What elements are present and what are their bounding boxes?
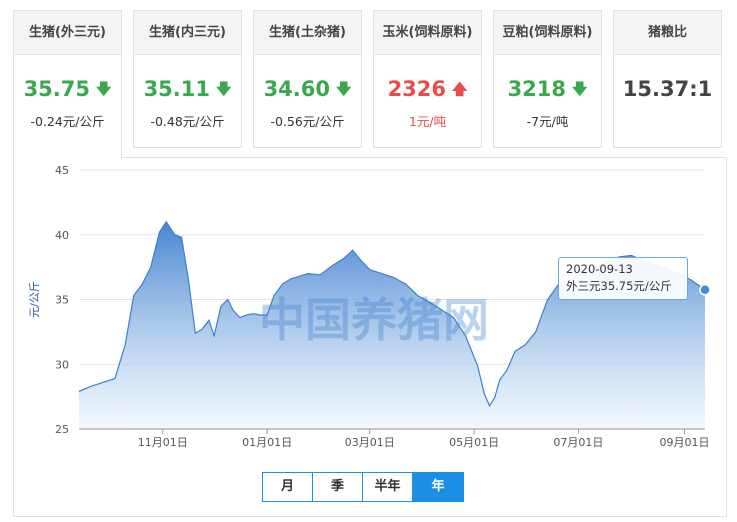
tab-month[interactable]: 月 [263,473,313,501]
card-value: 2326 🡅 [374,77,481,105]
x-tick-label: 01月01日 [242,436,292,449]
card-change: -0.48元/公斤 [150,114,225,129]
card-value: 34.60 🡇 [254,77,361,105]
x-tick-label: 03月01日 [345,436,395,449]
tab-quarter[interactable]: 季 [313,473,363,501]
x-tick-label: 11月01日 [138,436,188,449]
price-card-1[interactable]: 生猪(外三元) 35.75 🡇 -0.24元/公斤 [13,10,122,160]
y-tick-label: 30 [55,358,69,371]
arrow-down-icon: 🡇 [216,80,232,98]
chart-panel: 25 30 35 40 45 元/公斤 中国养猪网 11月01日 01月01日 03月01日 05月… [13,157,727,517]
card-value-text: 34.60 [263,77,330,101]
price-card-5[interactable]: 豆粕(饲料原料) 3218 🡇 -7元/吨 [493,10,602,148]
hover-point [699,284,711,296]
arrow-down-icon: 🡇 [572,80,588,98]
price-card-6[interactable]: 猪粮比 15.37:1 [613,10,722,148]
y-tick-label: 25 [55,423,69,436]
card-title: 玉米(饲料原料) [374,11,481,55]
y-tick-label: 35 [55,294,69,307]
price-chart[interactable]: 25 30 35 40 45 元/公斤 中国养猪网 11月01日 01月01日 03月01日 05月… [14,158,726,516]
card-value-text: 35.75 [23,77,90,101]
card-value: 35.75 🡇 [14,77,121,105]
card-value-text: 3218 [507,77,567,101]
tab-year[interactable]: 年 [413,473,463,501]
price-card-2[interactable]: 生猪(内三元) 35.11 🡇 -0.48元/公斤 [133,10,242,148]
card-title: 生猪(土杂猪) [254,11,361,55]
card-value: 15.37:1 [614,77,721,105]
range-tabs: 月 季 半年 年 [262,472,464,502]
card-title: 猪粮比 [614,11,721,55]
card-title: 豆粕(饲料原料) [494,11,601,55]
price-card-4[interactable]: 玉米(饲料原料) 2326 🡅 1元/吨 [373,10,482,148]
card-change: -7元/吨 [526,114,569,129]
card-value-text: 2326 [387,77,447,101]
card-change: -0.24元/公斤 [30,114,105,129]
card-change: -0.56元/公斤 [270,114,345,129]
tab-half-year[interactable]: 半年 [363,473,413,501]
y-axis-label: 元/公斤 [28,281,41,318]
card-value-text: 35.11 [143,77,210,101]
arrow-down-icon: 🡇 [336,80,352,98]
card-title: 生猪(外三元) [14,11,121,55]
x-tick-label: 07月01日 [553,436,603,449]
arrow-down-icon: 🡇 [96,80,112,98]
card-value: 35.11 🡇 [134,77,241,105]
price-card-3[interactable]: 生猪(土杂猪) 34.60 🡇 -0.56元/公斤 [253,10,362,148]
chart-tooltip: 2020-09-13 外三元35.75元/公斤 [558,257,688,300]
y-tick-label: 45 [55,164,69,177]
arrow-up-icon: 🡅 [452,80,468,98]
card-value: 3218 🡇 [494,77,601,105]
x-tick-label: 05月01日 [449,436,499,449]
tooltip-value: 外三元35.75元/公斤 [566,279,672,293]
card-change: 1元/吨 [408,114,447,129]
card-title: 生猪(内三元) [134,11,241,55]
card-value-text: 15.37:1 [622,77,713,101]
tooltip-date: 2020-09-13 [566,262,633,276]
watermark: 中国养猪网 [259,293,489,347]
x-tick-label: 09月01日 [659,436,709,449]
y-tick-label: 40 [55,229,69,242]
